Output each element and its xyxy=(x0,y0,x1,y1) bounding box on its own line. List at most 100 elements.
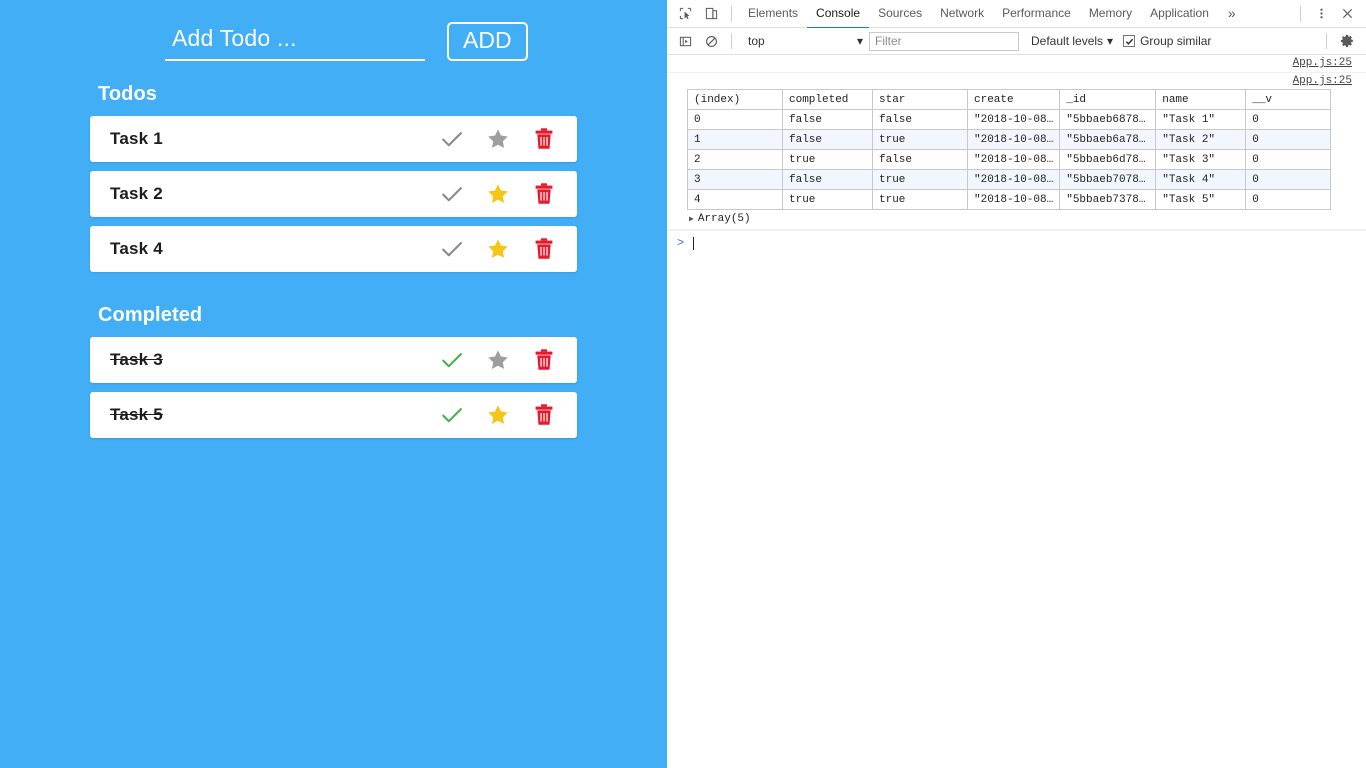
inspect-element-icon[interactable] xyxy=(672,1,698,27)
tab-memory[interactable]: Memory xyxy=(1080,0,1141,29)
array-summary-row[interactable]: ▶ Array(5) xyxy=(667,210,1366,230)
tab-elements[interactable]: Elements xyxy=(739,0,807,29)
table-body: 0 false false "2018-10-08… "5bbaeb6878… "Task… xyxy=(687,109,1332,210)
devtools-tabs: Elements Console Sources Network Performance… xyxy=(739,0,1218,29)
more-options-icon[interactable] xyxy=(1308,1,1334,27)
table-cell-__v: 0 xyxy=(1245,149,1332,170)
todo-item-label: Task 4 xyxy=(110,238,163,258)
table-cell-index: 1 xyxy=(687,129,783,150)
table-cell-completed: false xyxy=(782,169,873,190)
filterbar-divider xyxy=(731,33,732,49)
check-icon[interactable] xyxy=(429,392,475,438)
table-cell-name: "Task 2" xyxy=(1155,129,1247,150)
table-cell-completed: false xyxy=(782,109,873,130)
table-cell-_id: "5bbaeb6d78… xyxy=(1059,149,1157,170)
todo-app-pane: ADD Todos Task 1 Task 2 Task 4 Completed T… xyxy=(0,0,667,768)
table-cell-__v: 0 xyxy=(1245,109,1332,130)
check-icon[interactable] xyxy=(429,116,475,162)
table-cell-create: "2018-10-08… xyxy=(966,109,1061,130)
group-similar-checkbox[interactable] xyxy=(1123,35,1136,47)
tab-console[interactable]: Console xyxy=(807,0,870,29)
settings-gear-icon[interactable] xyxy=(1334,28,1360,54)
todo-item: Task 5 xyxy=(90,391,577,438)
completed-list: Task 3 Task 5 xyxy=(0,336,667,438)
array-summary-label: Array(5) xyxy=(697,213,751,225)
table-cell-star: true xyxy=(872,129,968,150)
log-levels-dropdown[interactable]: Default levels ▾ xyxy=(1031,34,1113,48)
star-icon[interactable] xyxy=(475,337,521,383)
completed-heading: Completed xyxy=(98,303,203,326)
todos-list: Task 1 Task 2 Task 4 xyxy=(0,115,667,272)
console-sidebar-icon[interactable] xyxy=(672,28,698,54)
star-icon[interactable] xyxy=(475,392,521,438)
table-cell-_id: "5bbaeb7378… xyxy=(1059,189,1157,210)
table-cell-index: 0 xyxy=(687,109,783,130)
table-header-cell: completed xyxy=(782,89,873,110)
star-icon[interactable] xyxy=(475,116,521,162)
table-cell-completed: false xyxy=(782,129,873,150)
trash-icon[interactable] xyxy=(521,116,567,162)
tab-network[interactable]: Network xyxy=(931,0,993,29)
todos-heading: Todos xyxy=(98,82,158,105)
chevron-down-icon: ▾ xyxy=(1107,34,1114,48)
table-cell-__v: 0 xyxy=(1245,169,1332,190)
table-header-row: (index) completed star create _id name __v xyxy=(687,89,1332,110)
todo-item: Task 3 xyxy=(90,336,577,383)
trash-icon[interactable] xyxy=(521,171,567,217)
tab-application[interactable]: Application xyxy=(1141,0,1218,29)
table-header-cell: __v xyxy=(1245,89,1332,110)
table-row: 1 false true "2018-10-08… "5bbaeb6a78… "Task … xyxy=(687,129,1332,150)
console-prompt-row[interactable]: > xyxy=(667,231,1366,251)
console-table: (index) completed star create _id name __v 0 fa… xyxy=(687,89,1332,210)
log-levels-label: Default levels xyxy=(1031,34,1104,48)
table-cell-name: "Task 1" xyxy=(1155,109,1247,130)
table-cell-star: false xyxy=(872,109,968,130)
group-similar-toggle[interactable]: Group similar xyxy=(1123,34,1211,48)
table-cell-_id: "5bbaeb7078… xyxy=(1059,169,1157,190)
tabs-overflow-icon[interactable]: » xyxy=(1218,3,1246,25)
todo-item-label: Task 1 xyxy=(110,128,163,148)
table-cell-completed: true xyxy=(782,189,873,210)
expand-triangle-icon[interactable]: ▶ xyxy=(689,214,694,224)
source-link[interactable]: App.js:25 xyxy=(667,55,1366,69)
add-todo-row: ADD xyxy=(165,0,667,61)
clear-console-icon[interactable] xyxy=(698,28,724,54)
table-cell-_id: "5bbaeb6a78… xyxy=(1059,129,1157,150)
table-header-cell: (index) xyxy=(687,89,783,110)
console-filter-bar: top ▾ Default levels ▾ Group similar xyxy=(667,28,1366,55)
table-cell-star: true xyxy=(872,169,968,190)
star-icon[interactable] xyxy=(475,226,521,272)
console-message-row: App.js:25 xyxy=(667,55,1366,73)
todo-item-label: Task 2 xyxy=(110,183,163,203)
execution-context-select[interactable]: top ▾ xyxy=(739,31,869,51)
table-cell-name: "Task 5" xyxy=(1155,189,1247,210)
add-todo-input[interactable] xyxy=(165,22,425,61)
table-header-cell: _id xyxy=(1059,89,1157,110)
check-icon[interactable] xyxy=(429,226,475,272)
todo-item: Task 4 xyxy=(90,225,577,272)
table-cell-create: "2018-10-08… xyxy=(966,129,1061,150)
tab-sources[interactable]: Sources xyxy=(869,0,931,29)
table-cell-create: "2018-10-08… xyxy=(966,189,1061,210)
close-icon[interactable] xyxy=(1334,1,1360,27)
check-icon[interactable] xyxy=(429,171,475,217)
check-icon[interactable] xyxy=(429,337,475,383)
text-caret xyxy=(693,236,695,250)
devtools-tabbar: Elements Console Sources Network Performance… xyxy=(667,0,1366,29)
filterbar-right xyxy=(1319,28,1366,54)
filter-input[interactable] xyxy=(869,31,1019,51)
trash-icon[interactable] xyxy=(521,337,567,383)
table-cell-name: "Task 3" xyxy=(1155,149,1247,170)
trash-icon[interactable] xyxy=(521,226,567,272)
device-toolbar-icon[interactable] xyxy=(698,1,724,27)
source-link[interactable]: App.js:25 xyxy=(667,73,1366,87)
add-todo-button[interactable]: ADD xyxy=(447,22,528,61)
console-body[interactable]: App.js:25 App.js:25 (index) completed star… xyxy=(667,55,1366,768)
table-header-cell: star xyxy=(872,89,968,110)
trash-icon[interactable] xyxy=(521,392,567,438)
table-cell-index: 4 xyxy=(687,189,783,210)
tab-performance[interactable]: Performance xyxy=(993,0,1080,29)
todo-item: Task 2 xyxy=(90,170,577,217)
star-icon[interactable] xyxy=(475,171,521,217)
chevron-down-icon: ▾ xyxy=(856,34,863,48)
